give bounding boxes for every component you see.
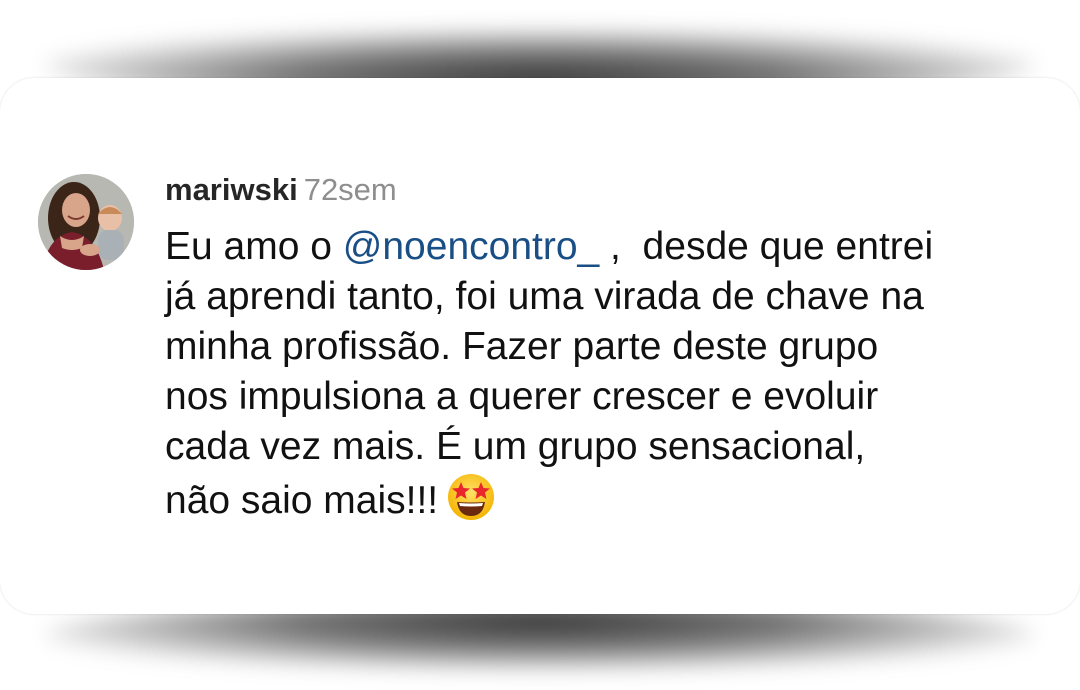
comment-line-4: nos impulsiona a querer crescer e evolui… — [165, 375, 879, 418]
comment-text-last: não saio mais!!! — [165, 479, 439, 522]
comment-card: mariwski 72sem Eu amo o @noencontro_ , de… — [0, 78, 1080, 614]
comment-line-5: cada vez mais. É um grupo sensacional, — [165, 425, 866, 468]
username[interactable]: mariwski — [165, 172, 298, 207]
comment-text-post: , desde que entrei — [599, 225, 934, 268]
comment-line-3: minha profissão. Fazer parte deste grupo — [165, 325, 879, 368]
comment-line-2: já aprendi tanto, foi uma virada de chav… — [165, 275, 924, 318]
comment-text-pre: Eu amo o — [165, 225, 343, 268]
comment-meta: mariwski 72sem — [165, 170, 1055, 210]
star-struck-emoji-icon — [446, 472, 496, 522]
comment-line-6: não saio mais!!! — [165, 472, 1055, 526]
avatar[interactable] — [38, 174, 134, 270]
comment-text: Eu amo o @noencontro_ , desde que entrei… — [165, 222, 1055, 526]
comment-time[interactable]: 72sem — [304, 172, 397, 207]
mention-link[interactable]: @noencontro_ — [343, 225, 599, 268]
comment-content: mariwski 72sem Eu amo o @noencontro_ , de… — [165, 170, 1055, 526]
comment-line-1: Eu amo o @noencontro_ , desde que entrei — [165, 222, 1055, 272]
avatar-photo-icon — [38, 174, 134, 270]
